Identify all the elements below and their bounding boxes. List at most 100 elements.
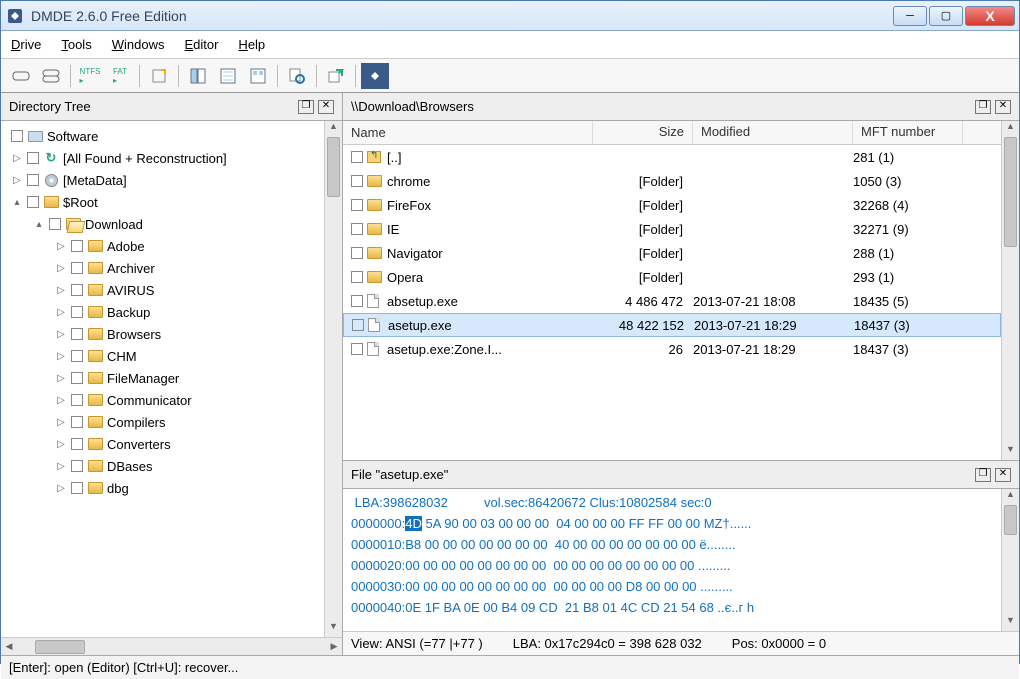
file-row[interactable]: chrome[Folder]1050 (3) <box>343 169 1001 193</box>
tree-item[interactable]: ▴$Root <box>5 191 322 213</box>
folder-icon <box>87 415 103 429</box>
file-list[interactable]: Name Size Modified MFT number [..] 281 (1… <box>343 121 1019 460</box>
hex-status: View: ANSI (=77 |+77 ) LBA: 0x17c294c0 =… <box>343 631 1019 655</box>
tool-view1[interactable] <box>184 63 212 89</box>
col-mft[interactable]: MFT number <box>853 121 963 144</box>
tree-item[interactable]: ▷Archiver <box>5 257 322 279</box>
tree-item[interactable]: ▷Communicator <box>5 389 322 411</box>
tree-item[interactable]: ▷Converters <box>5 433 322 455</box>
file-name: Navigator <box>387 246 443 261</box>
folder-icon <box>87 305 103 319</box>
tree-item[interactable]: ▷FileManager <box>5 367 322 389</box>
col-name[interactable]: Name <box>343 121 593 144</box>
file-size: [Folder] <box>593 174 693 189</box>
folder-icon <box>87 437 103 451</box>
file-mft: 32271 (9) <box>853 222 963 237</box>
file-mft: 281 (1) <box>853 150 963 165</box>
file-size: 26 <box>593 342 693 357</box>
tool-ntfs[interactable]: NTFS▸ <box>76 63 104 89</box>
close-button[interactable]: X <box>965 6 1015 26</box>
tool-new[interactable] <box>145 63 173 89</box>
file-row[interactable]: asetup.exe:Zone.I...262013-07-21 18:2918… <box>343 337 1001 361</box>
tool-view2[interactable] <box>214 63 242 89</box>
file-size: [Folder] <box>593 270 693 285</box>
tree-item[interactable]: ▷Backup <box>5 301 322 323</box>
file-row[interactable]: FireFox[Folder]32268 (4) <box>343 193 1001 217</box>
tool-view3[interactable] <box>244 63 272 89</box>
file-size: 4 486 472 <box>593 294 693 309</box>
tool-app[interactable] <box>361 63 389 89</box>
hex-close-icon[interactable]: ✕ <box>995 468 1011 482</box>
file-mft: 293 (1) <box>853 270 963 285</box>
file-mft: 32268 (4) <box>853 198 963 213</box>
tree-label: Communicator <box>107 393 192 408</box>
file-name: [..] <box>387 150 401 165</box>
file-row[interactable]: Navigator[Folder]288 (1) <box>343 241 1001 265</box>
tree-close-icon[interactable]: ✕ <box>318 100 334 114</box>
filelist-restore-icon[interactable]: ❐ <box>975 100 991 114</box>
hex-restore-icon[interactable]: ❐ <box>975 468 991 482</box>
tree-item[interactable]: ▷dbg <box>5 477 322 499</box>
tool-search[interactable] <box>283 63 311 89</box>
folder-icon <box>367 199 383 211</box>
file-row[interactable]: IE [Folder] 32271 (9) <box>343 217 1001 241</box>
directory-tree-panel: Directory Tree ❐ ✕ Software ▷↻[All Found… <box>1 93 343 655</box>
tree-item[interactable]: ▷Adobe <box>5 235 322 257</box>
tool-export[interactable] <box>322 63 350 89</box>
menu-editor[interactable]: Editor <box>180 35 222 54</box>
tree-hscroll[interactable]: ◀▶ <box>1 637 342 655</box>
tree-item[interactable]: ▴Download <box>5 213 322 235</box>
menu-windows[interactable]: Windows <box>108 35 169 54</box>
col-modified[interactable]: Modified <box>693 121 853 144</box>
file-list-header[interactable]: Name Size Modified MFT number <box>343 121 1001 145</box>
tree-item[interactable]: ▷[MetaData] <box>5 169 322 191</box>
maximize-button[interactable]: ▢ <box>929 6 963 26</box>
app-icon <box>5 6 25 26</box>
tree-item[interactable]: ▷↻[All Found + Reconstruction] <box>5 147 322 169</box>
menu-help[interactable]: Help <box>234 35 269 54</box>
menu-drive[interactable]: Drive <box>7 35 45 54</box>
file-mft: 288 (1) <box>853 246 963 261</box>
tree-item[interactable]: ▷Compilers <box>5 411 322 433</box>
tree-scrollbar[interactable]: ▲ ▼ <box>324 121 342 637</box>
directory-tree[interactable]: Software ▷↻[All Found + Reconstruction]▷… <box>1 121 324 637</box>
hex-scrollbar[interactable]: ▲ ▼ <box>1001 489 1019 631</box>
folder-icon <box>87 239 103 253</box>
filelist-scrollbar[interactable]: ▲ ▼ <box>1001 121 1019 460</box>
file-mft: 18437 (3) <box>854 318 964 333</box>
folder-icon <box>87 481 103 495</box>
tool-disk1[interactable] <box>7 63 35 89</box>
file-size: [Folder] <box>593 222 693 237</box>
file-row[interactable]: [..] 281 (1) <box>343 145 1001 169</box>
folder-icon <box>87 327 103 341</box>
folder-icon <box>87 371 103 385</box>
tree-item[interactable]: ▷CHM <box>5 345 322 367</box>
tool-disk2[interactable] <box>37 63 65 89</box>
file-row[interactable]: Opera[Folder]293 (1) <box>343 265 1001 289</box>
file-icon <box>367 294 383 308</box>
tree-label: [MetaData] <box>63 173 127 188</box>
tool-fat[interactable]: FAT▸ <box>106 63 134 89</box>
tree-item[interactable]: ▷DBases <box>5 455 322 477</box>
window-title: DMDE 2.6.0 Free Edition <box>31 8 893 24</box>
file-name: IE <box>387 222 399 237</box>
folder-icon <box>367 271 383 283</box>
file-size: [Folder] <box>593 198 693 213</box>
tree-item[interactable]: ▷Browsers <box>5 323 322 345</box>
tree-label: Adobe <box>107 239 145 254</box>
status-text: [Enter]: open (Editor) [Ctrl+U]: recover… <box>9 660 238 675</box>
tree-item[interactable]: ▷AVIRUS <box>5 279 322 301</box>
tree-root[interactable]: Software <box>47 129 98 144</box>
col-size[interactable]: Size <box>593 121 693 144</box>
file-row[interactable]: asetup.exe48 422 1522013-07-21 18:291843… <box>343 313 1001 337</box>
filelist-close-icon[interactable]: ✕ <box>995 100 1011 114</box>
folder-icon <box>87 283 103 297</box>
hex-content[interactable]: LBA:398628032 vol.sec:86420672 Clus:1080… <box>343 489 1001 631</box>
file-row[interactable]: absetup.exe4 486 4722013-07-21 18:081843… <box>343 289 1001 313</box>
path-title: \\Download\Browsers <box>351 99 474 114</box>
minimize-button[interactable]: ─ <box>893 6 927 26</box>
menu-tools[interactable]: Tools <box>57 35 95 54</box>
tree-restore-icon[interactable]: ❐ <box>298 100 314 114</box>
tree-label: DBases <box>107 459 153 474</box>
folder-icon: ↻ <box>43 151 59 165</box>
